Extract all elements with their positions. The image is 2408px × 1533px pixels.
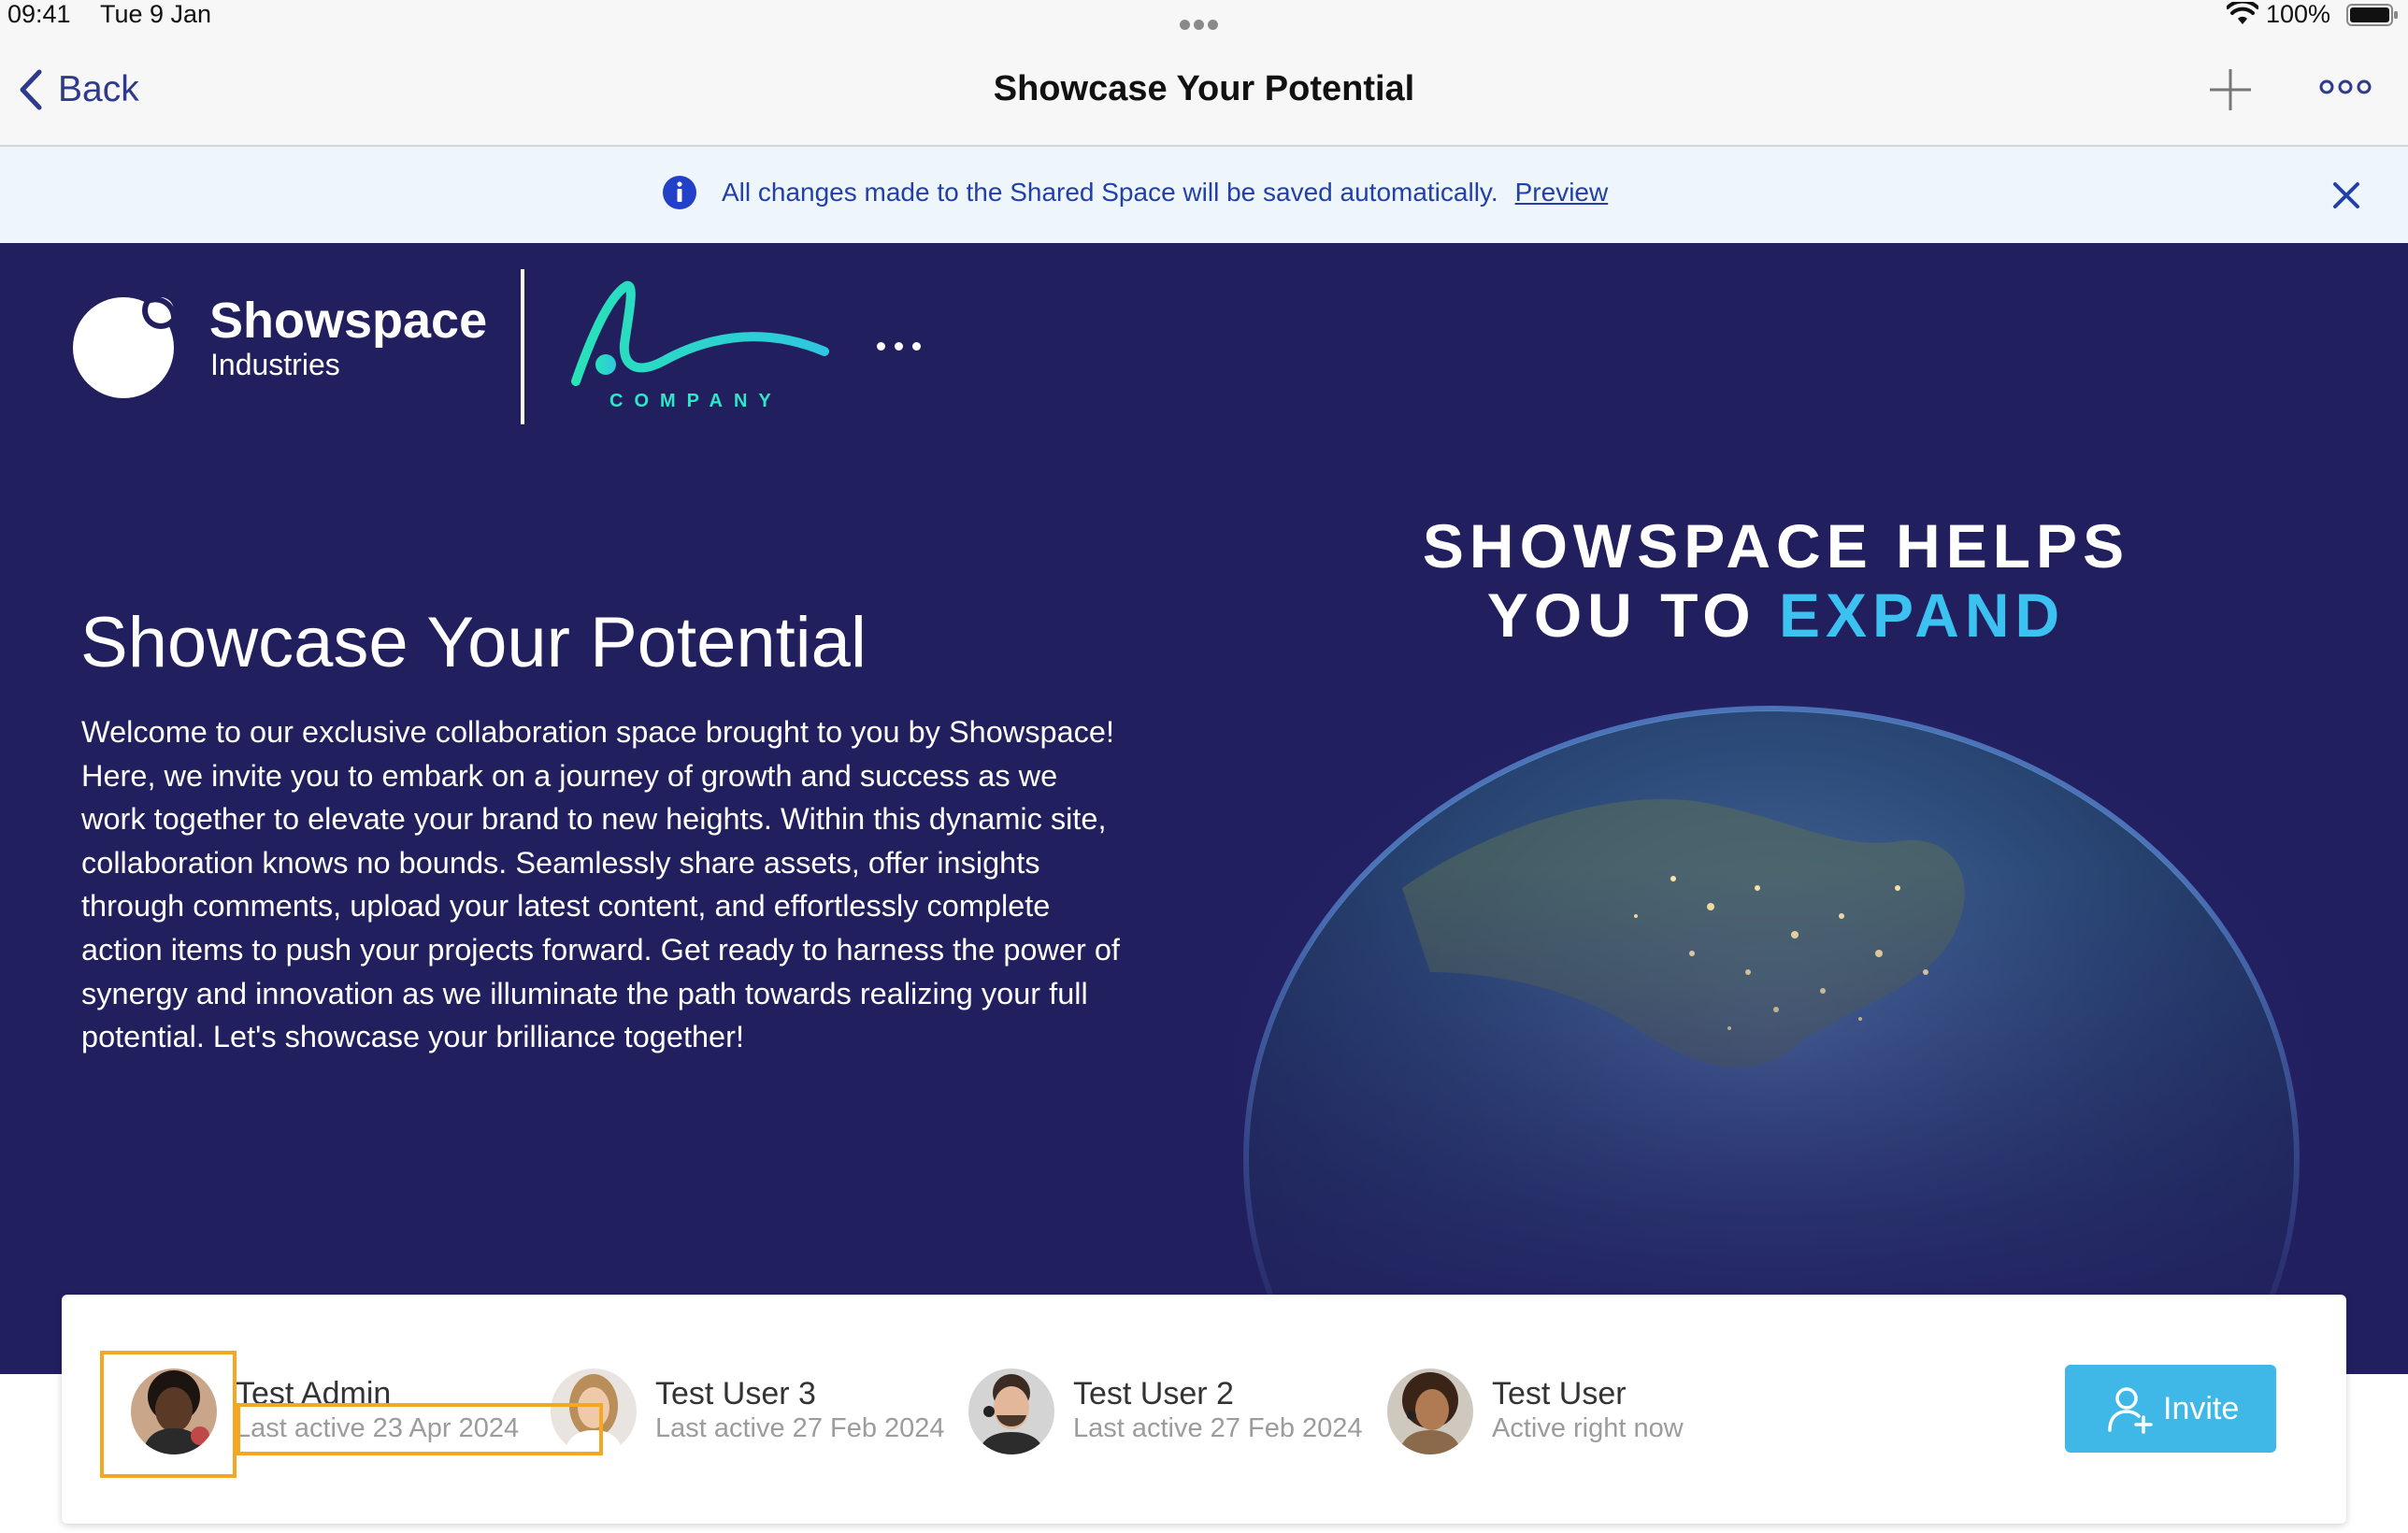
brand-name: Showspace [209,293,488,349]
member-last-active: Active right now [1492,1413,1684,1443]
hero-section: Showspace Industries COMPANY Showcase Yo… [0,243,2408,1374]
battery-percent: 100% [2266,0,2331,28]
avatar [1387,1368,1473,1454]
promo-headline-line1: SHOWSPACE HELPS [1422,511,2130,580]
autosave-banner: All changes made to the Shared Space wil… [0,147,2408,243]
hero-title: Showcase Your Potential [80,603,867,682]
shared-space-screen: 09:41 Tue 9 Jan 100% Back Showcase Your … [0,0,2408,1533]
page-title: Showcase Your Potential [993,69,1415,108]
status-date: Tue 9 Jan [100,0,212,28]
wifi-icon [2227,2,2258,24]
showspace-logo-icon [73,292,179,398]
member-name: Test User 3 [655,1376,816,1411]
more-icon[interactable] [2318,75,2372,99]
company-label: COMPANY [609,391,782,411]
promo-headline-prefix: YOU TO [1486,580,1756,650]
battery-icon [2346,4,2398,26]
member-name: Test User 2 [1073,1376,1234,1411]
invite-button[interactable]: Invite [2065,1365,2276,1453]
close-icon[interactable] [2329,179,2363,212]
info-icon [663,176,696,209]
status-time: 09:41 [7,0,71,28]
navigation-bar: Back Showcase Your Potential [0,34,2408,147]
add-user-icon [2108,1387,2153,1434]
member-last-active: Last active 27 Feb 2024 [1073,1413,1363,1443]
member-name: Test User [1492,1376,1627,1411]
highlight-last-active-box [236,1403,603,1455]
logo-divider [521,269,524,424]
members-card: Test Admin Last active 23 Apr 2024 Test … [62,1295,2346,1524]
invite-label: Invite [2163,1391,2240,1426]
autosave-message-row: All changes made to the Shared Space wil… [662,175,1608,210]
status-bar: 09:41 Tue 9 Jan 100% [0,0,2408,34]
member-last-active: Last active 27 Feb 2024 [655,1413,945,1443]
avatar [968,1368,1054,1454]
preview-link[interactable]: Preview [1515,178,1609,208]
hero-description: Welcome to our exclusive collaboration s… [81,715,1120,1054]
hero-more-icon[interactable] [877,338,931,351]
highlight-avatar-box [100,1351,236,1478]
promo-headline-accent: EXPAND [1779,580,2066,650]
multitasking-dots-icon[interactable] [1180,7,1228,30]
brand-subtitle: Industries [210,348,340,381]
autosave-message: All changes made to the Shared Space wil… [722,178,1498,207]
plus-icon[interactable] [2208,67,2253,112]
promo-headline-line2: YOU TO EXPAND [1402,580,2150,651]
